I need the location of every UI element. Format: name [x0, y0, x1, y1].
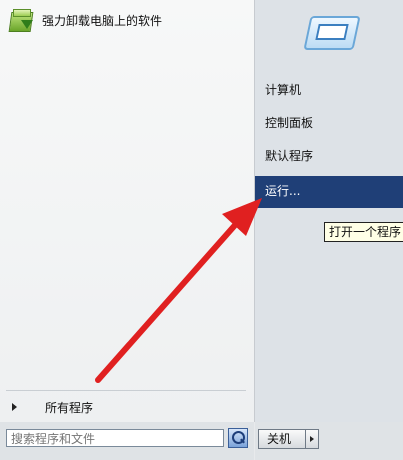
annotation-arrow: [95, 198, 262, 383]
